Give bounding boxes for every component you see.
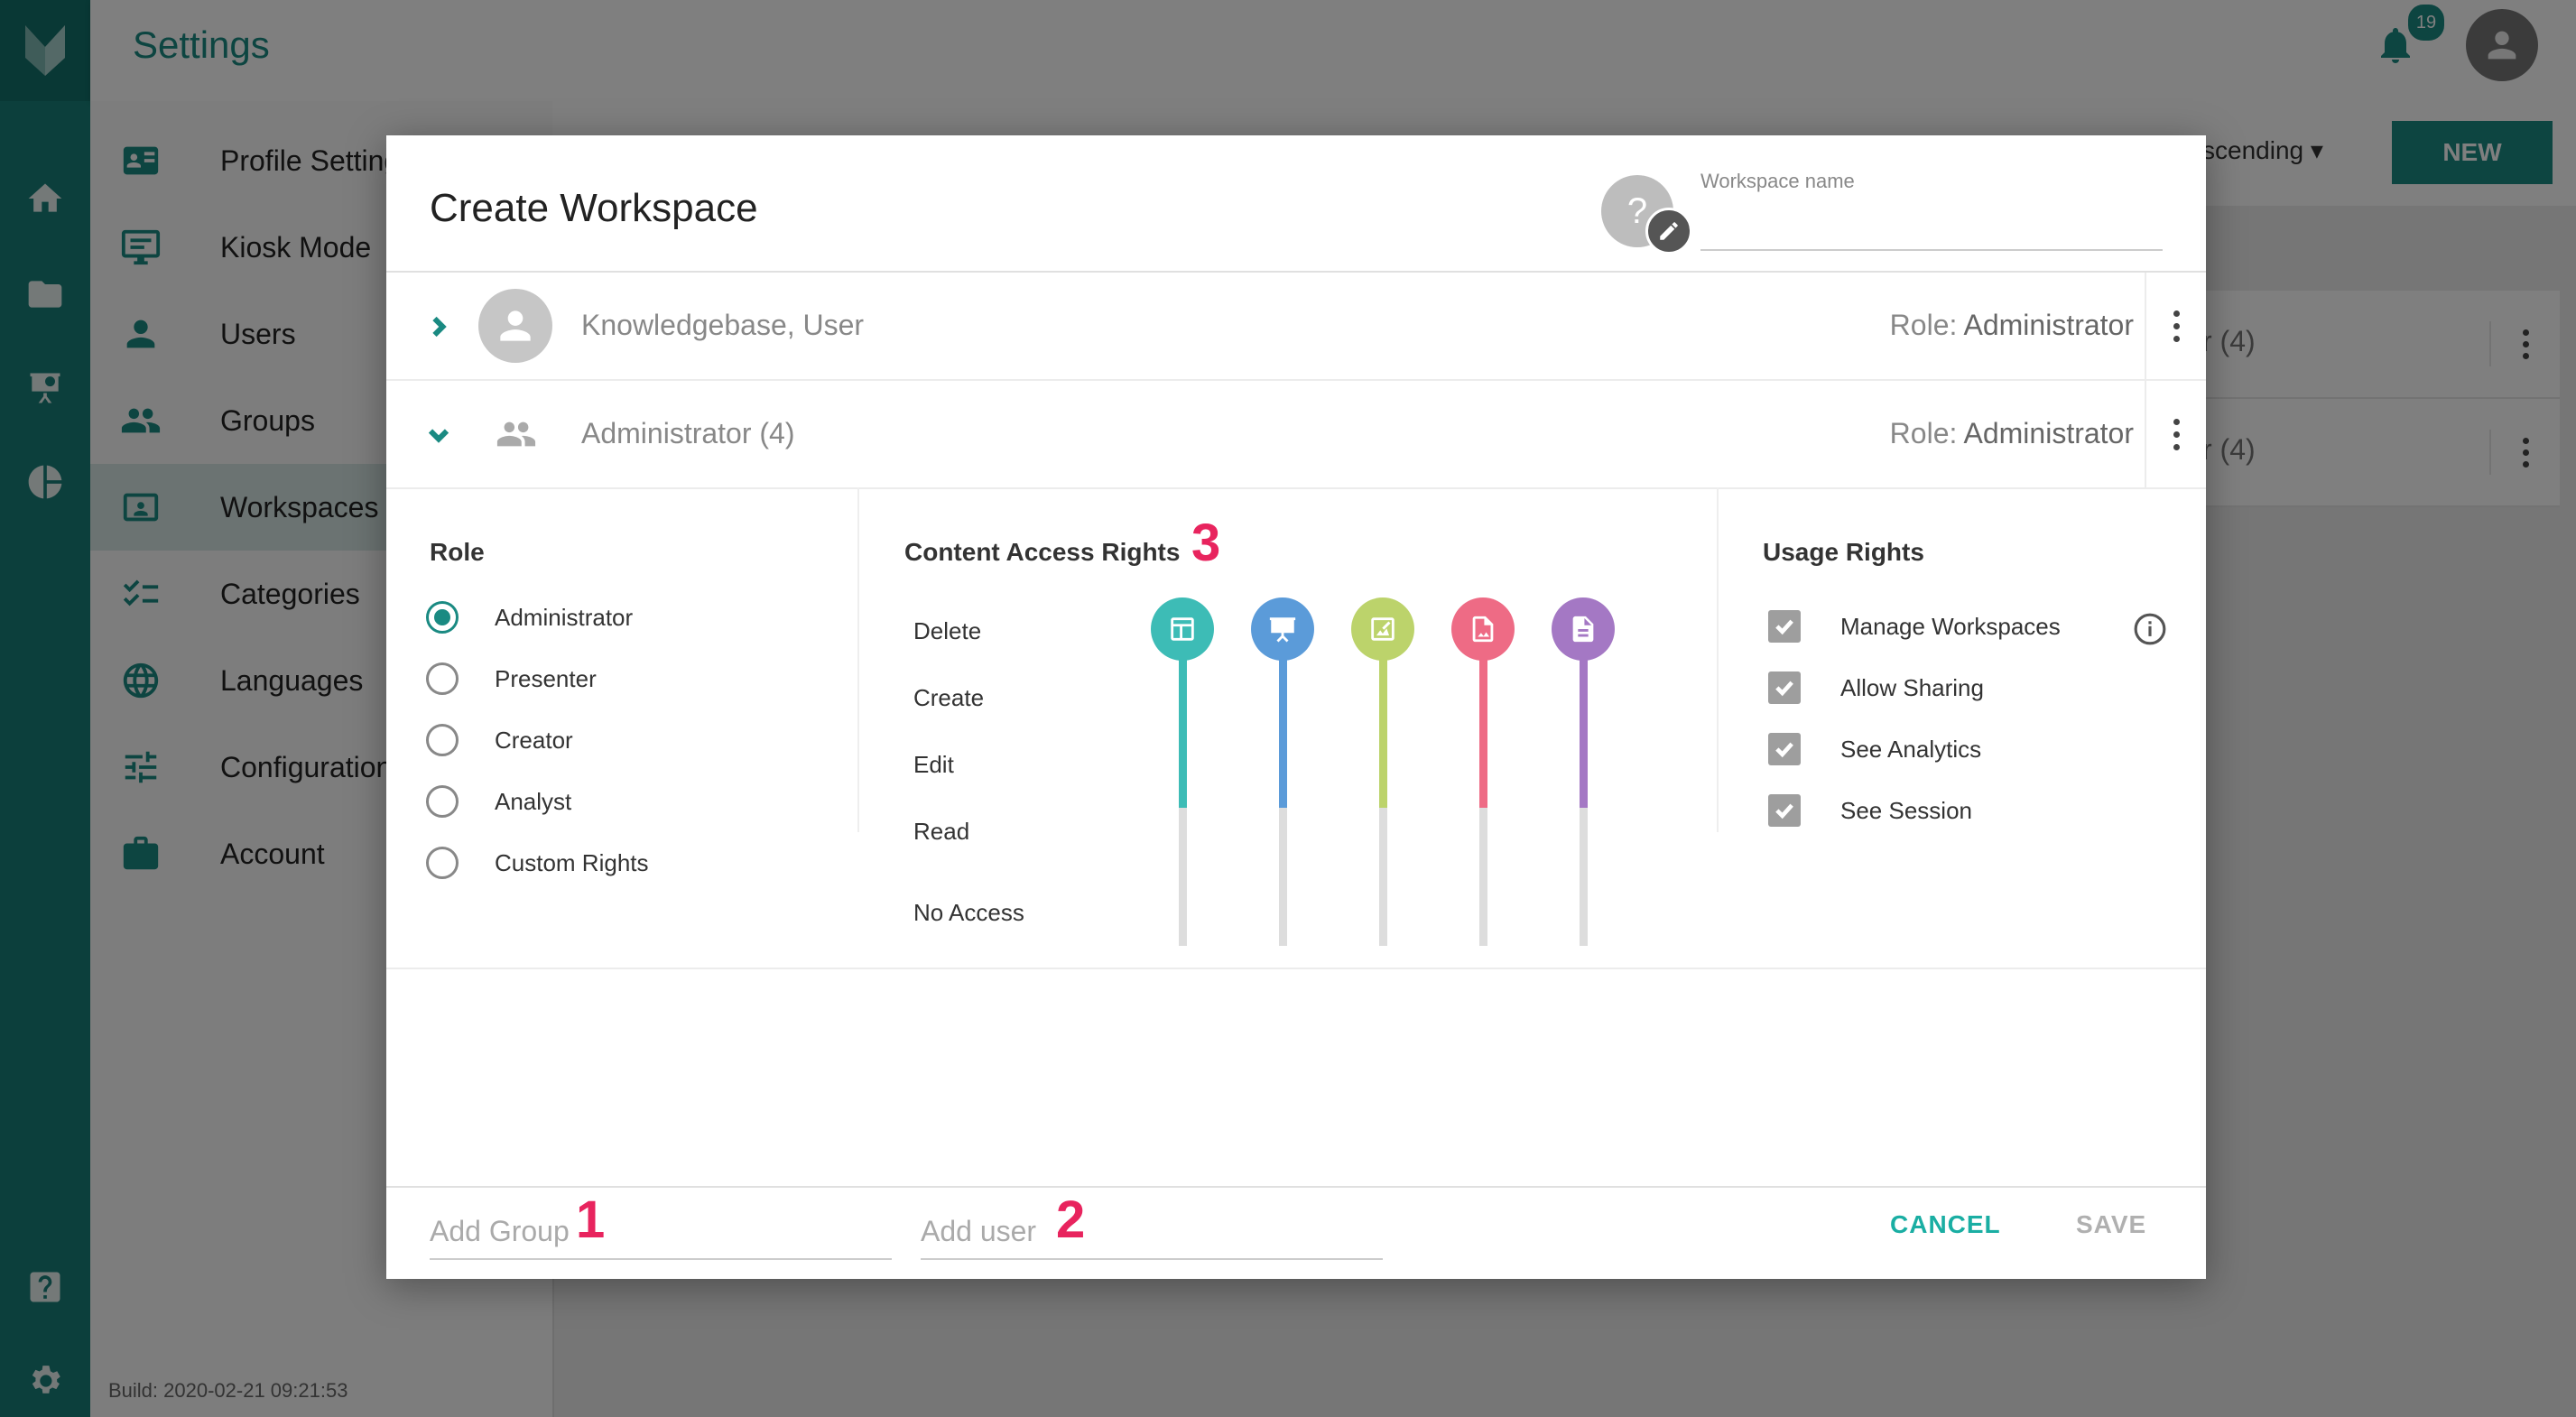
more-icon[interactable] bbox=[2145, 273, 2206, 379]
level-label: Read bbox=[913, 818, 970, 845]
checkbox[interactable] bbox=[1768, 794, 1801, 827]
checkbox-label: Manage Workspaces bbox=[1840, 612, 2061, 640]
role-prefix: Role: bbox=[1889, 309, 1958, 341]
radio-button[interactable] bbox=[426, 785, 459, 818]
radio-label: Analyst bbox=[495, 787, 572, 815]
radio-label: Creator bbox=[495, 726, 573, 754]
image-file-icon[interactable] bbox=[1451, 597, 1515, 661]
member-name: Knowledgebase, User bbox=[581, 309, 865, 341]
radio-label: Custom Rights bbox=[495, 848, 649, 876]
add-group-input[interactable] bbox=[430, 1204, 892, 1260]
checkbox[interactable] bbox=[1768, 733, 1801, 765]
group-icon bbox=[493, 413, 540, 455]
chevron-down-icon[interactable] bbox=[419, 415, 459, 455]
slider-fill bbox=[1379, 639, 1387, 808]
slider-fill bbox=[1279, 639, 1287, 808]
slider-fill bbox=[1580, 639, 1588, 808]
role-value: Administrator bbox=[1963, 417, 2135, 449]
annotation-number: 3 bbox=[1191, 514, 1221, 572]
column-divider bbox=[857, 487, 859, 832]
checkbox-label: See Analytics bbox=[1840, 735, 1982, 763]
checkbox[interactable] bbox=[1768, 610, 1801, 643]
checkbox-manage-workspaces[interactable]: Manage Workspaces bbox=[1768, 608, 2061, 644]
radio-button[interactable] bbox=[426, 724, 459, 756]
radio-label: Administrator bbox=[495, 603, 634, 631]
radio-administrator[interactable]: Administrator bbox=[426, 599, 633, 635]
layout-icon[interactable] bbox=[1151, 597, 1214, 661]
slider-fill bbox=[1179, 639, 1187, 808]
chevron-right-icon[interactable] bbox=[419, 307, 459, 347]
member-row-user[interactable]: Knowledgebase, User Role: Administrator bbox=[386, 273, 2206, 381]
member-role[interactable]: Role: Administrator bbox=[1890, 309, 2134, 342]
member-role[interactable]: Role: Administrator bbox=[1890, 417, 2134, 450]
level-label: No Access bbox=[913, 899, 1024, 926]
level-label: Delete bbox=[913, 617, 982, 644]
checkbox-see-analytics[interactable]: See Analytics bbox=[1768, 731, 1981, 767]
radio-label: Presenter bbox=[495, 664, 597, 692]
dialog-title: Create Workspace bbox=[430, 186, 758, 230]
checkbox-label: Allow Sharing bbox=[1840, 673, 1984, 701]
role-panel-title: Role bbox=[430, 538, 485, 566]
radio-presenter[interactable]: Presenter bbox=[426, 661, 597, 697]
role-prefix: Role: bbox=[1889, 417, 1958, 449]
radio-analyst[interactable]: Analyst bbox=[426, 783, 571, 820]
radio-button[interactable] bbox=[426, 662, 459, 695]
checkbox-label: See Session bbox=[1840, 796, 1972, 824]
save-button[interactable]: SAVE bbox=[2071, 1209, 2152, 1240]
info-icon[interactable] bbox=[2133, 612, 2167, 646]
slider-fill bbox=[1479, 639, 1487, 808]
presentation-icon[interactable] bbox=[1251, 597, 1314, 661]
member-row-group[interactable]: Administrator (4) Role: Administrator bbox=[386, 381, 2206, 489]
image-edit-icon[interactable] bbox=[1351, 597, 1414, 661]
cancel-button[interactable]: CANCEL bbox=[1885, 1209, 2006, 1240]
radio-button[interactable] bbox=[426, 847, 459, 879]
edit-icon[interactable] bbox=[1645, 208, 1692, 255]
divider bbox=[386, 1186, 2206, 1188]
level-label: Edit bbox=[913, 751, 954, 778]
radio-custom-rights[interactable]: Custom Rights bbox=[426, 845, 649, 881]
create-workspace-dialog: Create Workspace ? Workspace name Knowle… bbox=[386, 135, 2206, 1279]
role-value: Administrator bbox=[1963, 309, 2135, 341]
more-icon[interactable] bbox=[2145, 381, 2206, 487]
radio-button[interactable] bbox=[426, 601, 459, 634]
add-user-input[interactable] bbox=[921, 1204, 1383, 1260]
workspace-name-label: Workspace name bbox=[1700, 170, 1855, 192]
radio-creator[interactable]: Creator bbox=[426, 722, 573, 758]
divider bbox=[386, 968, 2206, 969]
checkbox-see-session[interactable]: See Session bbox=[1768, 792, 1972, 829]
annotation-number: 1 bbox=[576, 1190, 606, 1249]
annotation-number: 2 bbox=[1056, 1190, 1086, 1249]
user-avatar bbox=[478, 289, 552, 363]
column-divider bbox=[1717, 487, 1719, 832]
level-label: Create bbox=[913, 684, 985, 711]
member-name: Administrator (4) bbox=[581, 417, 795, 449]
document-icon[interactable] bbox=[1552, 597, 1615, 661]
workspace-name-input[interactable] bbox=[1700, 202, 2163, 251]
checkbox-allow-sharing[interactable]: Allow Sharing bbox=[1768, 670, 1984, 706]
checkbox[interactable] bbox=[1768, 671, 1801, 704]
usage-rights-title: Usage Rights bbox=[1763, 538, 1924, 566]
content-access-title: Content Access Rights bbox=[904, 538, 1181, 566]
